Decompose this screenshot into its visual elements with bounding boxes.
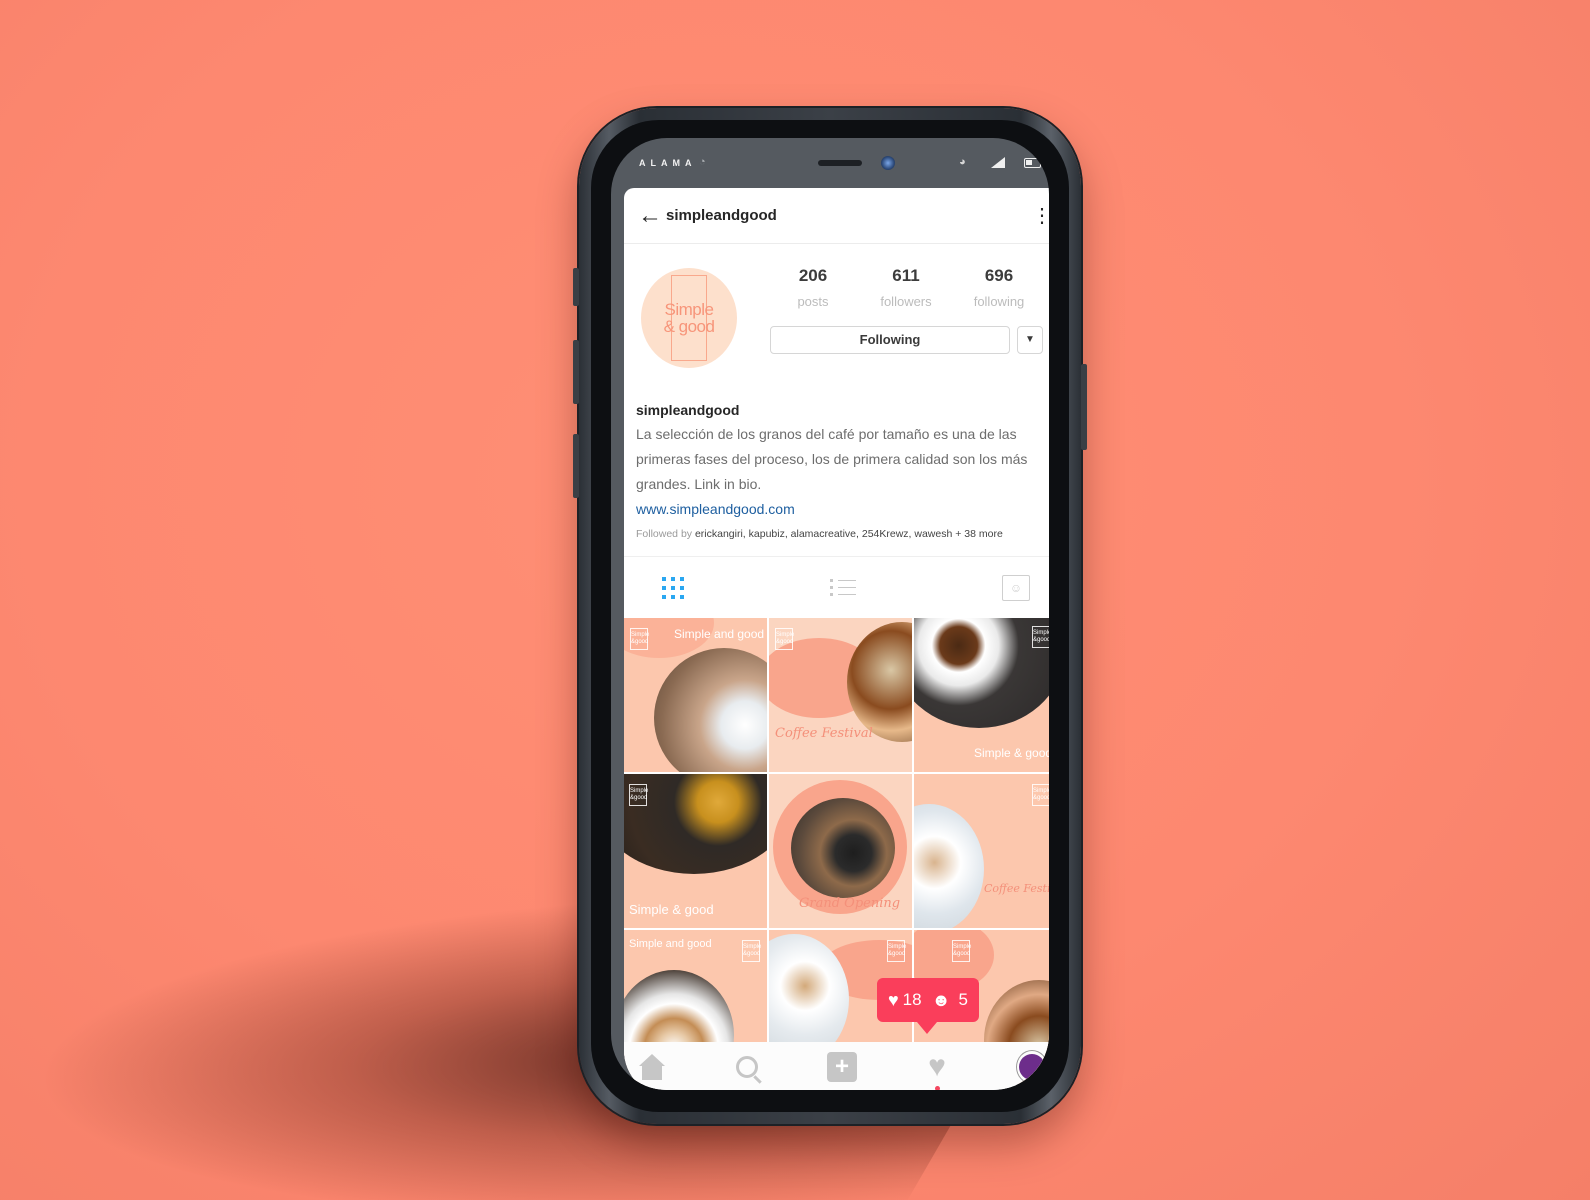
profile-summary: Simple & good 206 posts 611 followers 69…: [624, 244, 1049, 394]
followers-count: 611: [892, 266, 920, 285]
bio-website-link[interactable]: www.simpleandgood.com: [636, 497, 1046, 522]
likes-count: 18: [902, 990, 922, 1009]
post-photo: [791, 798, 895, 898]
post-logo: Simple &good: [887, 940, 906, 962]
post-title: Simple & good: [974, 746, 1049, 760]
post-tile[interactable]: Grand Opening: [769, 774, 912, 928]
post-logo: Simple &good: [1032, 784, 1049, 806]
stat-posts[interactable]: 206 posts: [772, 266, 854, 309]
post-tile[interactable]: Simple &good Simple & good: [624, 774, 767, 928]
activity-notification-badge[interactable]: ♥ 18 ☻ 5: [877, 978, 979, 1034]
activity-heart-icon: ♥: [928, 1050, 946, 1083]
posts-grid: Simple &good Simple and good Simple &goo…: [624, 618, 1049, 1084]
phone-bezel: ALAMA ◔ ◕ ← simpleandgood ⋮ Simple & goo…: [611, 138, 1049, 1090]
avatar-logo-frame: Simple & good: [664, 275, 715, 361]
nav-new-post[interactable]: +: [826, 1051, 858, 1083]
profile-header: ← simpleandgood ⋮: [624, 188, 1049, 244]
profile-tabs: ☺: [624, 556, 1049, 618]
front-camera: [881, 156, 895, 170]
post-title: Simple and good: [629, 938, 712, 950]
post-photo: [914, 804, 984, 928]
header-username: simpleandgood: [666, 207, 777, 224]
post-tile[interactable]: Simple &good Coffee Festival: [914, 774, 1049, 928]
following-button[interactable]: Following: [770, 326, 1010, 354]
bio-text: La selección de los granos del café por …: [636, 426, 1028, 492]
add-post-icon: +: [827, 1052, 857, 1082]
post-logo: Simple &good: [1032, 626, 1049, 648]
followers-label: followers: [880, 294, 932, 309]
nav-profile[interactable]: [1016, 1050, 1048, 1084]
followed-by-names: erickangiri, kapubiz, alamacreative, 254…: [694, 528, 1003, 540]
volume-up-button: [573, 340, 579, 404]
back-arrow-icon[interactable]: ←: [638, 203, 664, 228]
carrier-label: ALAMA: [639, 158, 697, 168]
posts-count: 206: [798, 266, 828, 285]
post-title: Simple and good: [674, 627, 765, 641]
nav-activity[interactable]: ♥: [921, 1050, 953, 1090]
notification-dot: [935, 1086, 940, 1090]
home-icon: [639, 1054, 665, 1080]
tagged-photos-icon[interactable]: ☺: [1002, 574, 1030, 601]
profile-stats: 206 posts 611 followers 696 following: [772, 266, 1040, 309]
profile-avatar-icon: [1016, 1050, 1048, 1084]
grid-view-icon[interactable]: [662, 576, 684, 599]
post-photo: [914, 618, 1049, 728]
post-tile[interactable]: Simple &good Coffee Festival: [769, 618, 912, 772]
power-button: [1081, 364, 1087, 450]
post-photo: [847, 622, 912, 742]
post-logo: Simple &good: [630, 628, 649, 650]
post-photo: [654, 648, 767, 772]
speaker-grille: [818, 160, 862, 166]
following-label: following: [973, 294, 1025, 309]
signal-icon: [991, 157, 1005, 168]
follows-count: 5: [958, 990, 969, 1009]
list-view-icon[interactable]: [830, 575, 856, 600]
nav-search[interactable]: [731, 1051, 763, 1083]
bottom-navigation: + ♥: [624, 1042, 1049, 1090]
post-logo: Simple &good: [775, 628, 794, 650]
stat-following[interactable]: 696 following: [958, 266, 1040, 309]
battery-icon: [1024, 158, 1041, 168]
more-options-icon[interactable]: ⋮: [1032, 206, 1049, 226]
suggestions-dropdown-button[interactable]: ▼: [1017, 326, 1043, 354]
post-title: Simple & good: [629, 902, 714, 917]
post-logo: Simple &good: [629, 784, 648, 806]
post-script-title: Grand Opening: [799, 896, 901, 911]
profile-bio: simpleandgood La selección de los granos…: [624, 394, 1049, 540]
avatar[interactable]: Simple & good: [641, 268, 737, 368]
mute-switch: [573, 268, 579, 306]
post-tile[interactable]: Simple &good Simple and good: [624, 618, 767, 772]
followed-by[interactable]: Followed by erickangiri, kapubiz, alamac…: [636, 528, 1046, 540]
posts-label: posts: [797, 294, 829, 309]
nav-home[interactable]: [636, 1051, 668, 1083]
phone-frame: ALAMA ◔ ◕ ← simpleandgood ⋮ Simple & goo…: [591, 120, 1069, 1112]
avatar-logo-text: Simple & good: [663, 300, 715, 336]
post-logo: Simple &good: [952, 940, 971, 962]
alarm-icon: ◕: [959, 156, 966, 168]
phone-mockup: ALAMA ◔ ◕ ← simpleandgood ⋮ Simple & goo…: [573, 108, 1087, 1124]
heart-icon: ♥: [887, 989, 899, 1010]
post-tile[interactable]: Simple &good Simple & good: [914, 618, 1049, 772]
following-count: 696: [984, 266, 1014, 285]
status-bar: ALAMA ◔ ◕: [611, 138, 1049, 190]
post-script-title: Coffee Festival: [775, 726, 873, 741]
followed-by-prefix: Followed by: [636, 528, 693, 540]
stat-followers[interactable]: 611 followers: [865, 266, 947, 309]
post-script-title: Coffee Festival: [984, 882, 1049, 895]
post-logo: Simple &good: [742, 940, 761, 962]
volume-down-button: [573, 434, 579, 498]
wifi-icon: ◔: [699, 156, 706, 168]
instagram-screen: ← simpleandgood ⋮ Simple & good 206 post…: [624, 188, 1049, 1090]
search-icon: [736, 1056, 758, 1078]
bio-name: simpleandgood: [636, 402, 740, 418]
user-icon: ☻: [931, 989, 951, 1010]
